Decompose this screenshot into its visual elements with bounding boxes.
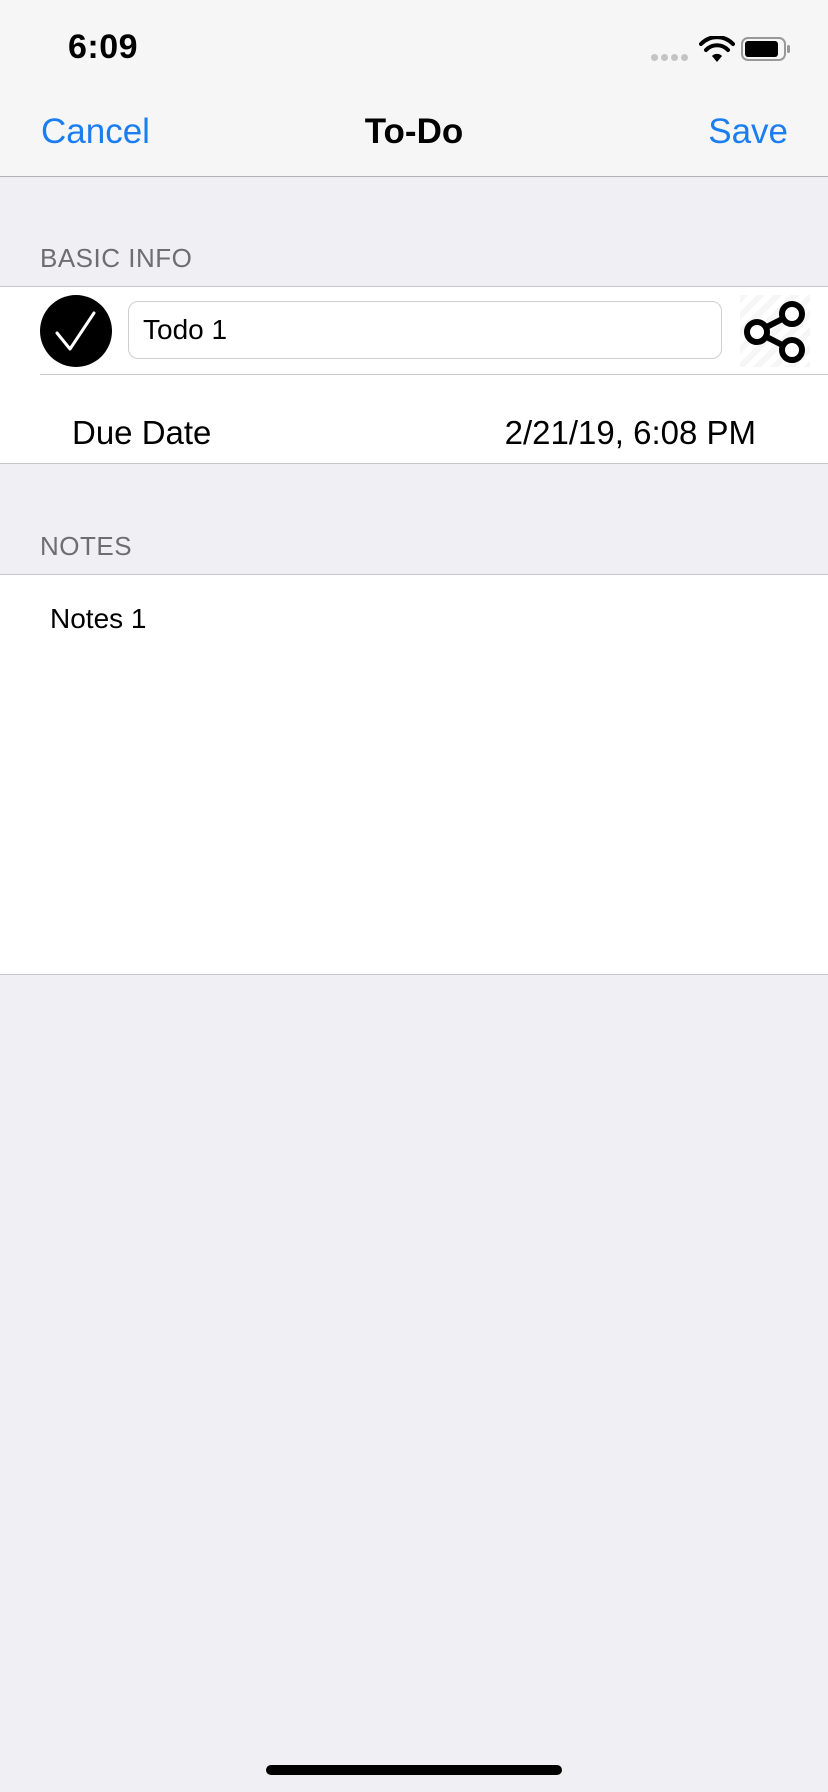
basic-info-group: Due Date 2/21/19, 6:08 PM <box>0 286 828 464</box>
completed-toggle[interactable] <box>40 295 112 367</box>
notes-group: Notes 1 <box>0 574 828 975</box>
share-button[interactable] <box>740 295 810 367</box>
due-date-label: Due Date <box>72 414 212 451</box>
cancel-button[interactable]: Cancel <box>41 112 150 152</box>
share-icon <box>744 301 805 363</box>
cellular-signal-icon <box>651 54 691 62</box>
home-indicator[interactable] <box>266 1765 562 1775</box>
wifi-icon <box>699 36 735 62</box>
todo-title-input[interactable] <box>128 301 722 359</box>
section-header-notes: NOTES <box>40 531 133 561</box>
checkmark-icon <box>55 311 96 351</box>
status-time: 6:09 <box>68 28 139 66</box>
section-header-basic-info: BASIC INFO <box>40 243 193 273</box>
notes-textarea[interactable]: Notes 1 <box>40 603 808 943</box>
save-button[interactable]: Save <box>708 112 788 152</box>
battery-icon <box>741 37 790 61</box>
due-date-value: 2/21/19, 6:08 PM <box>504 414 756 451</box>
page-title: To-Do <box>364 112 464 151</box>
